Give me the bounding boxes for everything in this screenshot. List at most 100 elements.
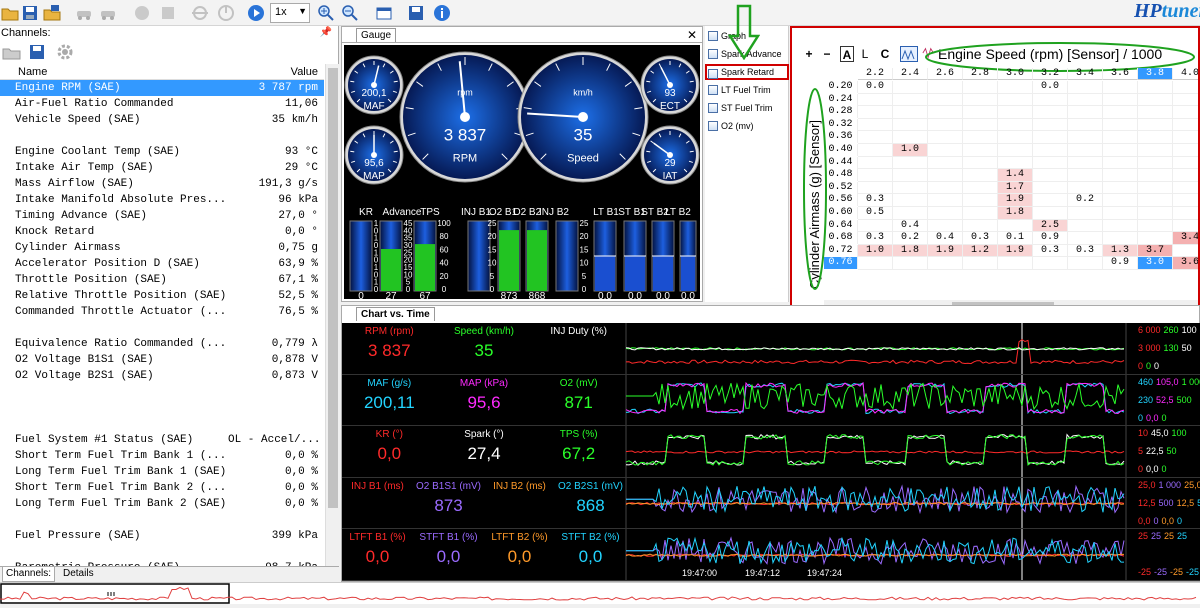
table-cell[interactable] <box>1103 156 1138 170</box>
scan-icon[interactable] <box>190 3 210 23</box>
table-cell[interactable] <box>858 118 893 132</box>
table-cell[interactable] <box>963 181 998 195</box>
column-header[interactable]: 3.8 <box>1138 68 1173 80</box>
table-cell[interactable] <box>1068 219 1103 233</box>
table-cell[interactable] <box>893 131 928 144</box>
table-cell[interactable] <box>1068 93 1103 107</box>
table-cell[interactable] <box>1173 244 1198 258</box>
table-cell[interactable] <box>928 131 963 144</box>
l-button[interactable]: L <box>858 46 872 62</box>
channel-row[interactable]: Intake Air Temp (SAE) 29 °C <box>0 160 324 176</box>
channel-row[interactable]: Air-Fuel Ratio Commanded 11,06 <box>0 96 324 112</box>
col-name-header[interactable]: Name <box>18 64 230 80</box>
column-header[interactable]: 3.2 <box>1033 68 1068 80</box>
table-cell[interactable]: 0.3 <box>858 194 893 207</box>
table-cell[interactable]: 2.5 <box>1033 219 1068 233</box>
channel-spacer-row[interactable] <box>0 512 324 528</box>
table-cell[interactable] <box>1103 81 1138 94</box>
table-cell[interactable]: 0.2 <box>893 232 928 245</box>
table-cell[interactable] <box>998 156 1033 170</box>
info-icon[interactable] <box>432 3 452 23</box>
table-cell[interactable] <box>1068 118 1103 132</box>
table-cell[interactable] <box>1033 156 1068 170</box>
channel-row[interactable]: Commanded Throttle Actuator (... 76,5 % <box>0 304 324 320</box>
table-cell[interactable] <box>998 144 1033 157</box>
open-log-icon[interactable] <box>42 3 62 23</box>
table-cell[interactable] <box>1033 181 1068 195</box>
table-cell[interactable]: 0.3 <box>858 232 893 245</box>
table-cell[interactable] <box>1103 207 1138 220</box>
table-cell[interactable]: 0.3 <box>1068 244 1103 258</box>
table-cell[interactable] <box>858 257 893 270</box>
table-cell[interactable] <box>1138 156 1173 170</box>
row-header[interactable]: 0.20 <box>824 81 858 93</box>
table-cell[interactable]: 0.3 <box>963 232 998 245</box>
row-header[interactable]: 0.44 <box>824 156 858 169</box>
table-cell[interactable] <box>928 106 963 119</box>
table-cell[interactable] <box>963 93 998 107</box>
table-cell[interactable]: 0.0 <box>858 81 893 94</box>
close-icon[interactable]: ✕ <box>687 28 697 42</box>
table-cell[interactable] <box>928 144 963 157</box>
table-cell[interactable]: 1.7 <box>998 181 1033 195</box>
save-layout-icon[interactable] <box>406 3 426 23</box>
table-cell[interactable] <box>1033 257 1068 270</box>
channel-row[interactable]: Equivalence Ratio Commanded (... 0,779 λ <box>0 336 324 352</box>
column-header[interactable]: 3.6 <box>1103 68 1138 80</box>
row-header[interactable]: 0.72 <box>824 244 858 257</box>
table-cell[interactable] <box>963 207 998 220</box>
table-cell[interactable] <box>1033 93 1068 107</box>
table-cell[interactable] <box>1068 144 1103 157</box>
row-header[interactable]: 0.40 <box>824 144 858 156</box>
channel-row[interactable]: Short Term Fuel Trim Bank 1 (... 0,0 % <box>0 448 324 464</box>
table-cell[interactable] <box>893 106 928 119</box>
save-channels-icon[interactable] <box>28 43 48 61</box>
table-cell[interactable] <box>1068 232 1103 245</box>
table-cell[interactable]: 1.9 <box>998 244 1033 258</box>
table-cell[interactable] <box>928 81 963 94</box>
table-cell[interactable] <box>893 181 928 195</box>
playback-speed-select[interactable]: 1x ▼ <box>270 3 310 23</box>
table-cell[interactable] <box>1103 106 1138 119</box>
channel-spacer-row[interactable] <box>0 544 324 560</box>
tab-channels[interactable]: Channels: <box>2 567 56 582</box>
table-cell[interactable]: 1.9 <box>998 194 1033 207</box>
table-cell[interactable] <box>928 257 963 270</box>
table-cell[interactable] <box>1103 169 1138 182</box>
table-cell[interactable] <box>1173 181 1198 195</box>
table-cell[interactable] <box>858 93 893 107</box>
table-cell[interactable]: 3.0 <box>1138 257 1173 270</box>
row-header[interactable]: 0.28 <box>824 106 858 119</box>
column-header[interactable]: 4.0 <box>1173 68 1198 80</box>
table-cell[interactable] <box>1103 194 1138 207</box>
add-row-button[interactable]: + <box>802 46 816 62</box>
table-cell[interactable] <box>1138 232 1173 245</box>
table-cell[interactable] <box>928 156 963 170</box>
table-cell[interactable] <box>1173 156 1198 170</box>
table-cell[interactable] <box>1138 144 1173 157</box>
table-cell[interactable]: 0.0 <box>1033 81 1068 94</box>
table-cell[interactable] <box>893 207 928 220</box>
menu-item-st-fuel-trim[interactable]: ST Fuel Trim <box>707 100 772 116</box>
table-cell[interactable] <box>928 207 963 220</box>
add-channel-icon[interactable] <box>2 43 22 61</box>
table-cell[interactable] <box>1138 81 1173 94</box>
table-cell[interactable] <box>963 257 998 270</box>
table-cell[interactable] <box>1033 169 1068 182</box>
table-cell[interactable] <box>858 156 893 170</box>
table-cell[interactable]: 0.5 <box>858 207 893 220</box>
settings-gear-icon[interactable] <box>56 43 76 61</box>
tab-details[interactable]: Details <box>60 567 97 582</box>
table-cell[interactable] <box>1103 131 1138 144</box>
channel-spacer-row[interactable] <box>0 128 324 144</box>
auto-button[interactable]: A <box>840 46 854 62</box>
table-cell[interactable]: 1.0 <box>858 244 893 258</box>
channel-row[interactable]: Throttle Position (SAE) 67,1 % <box>0 272 324 288</box>
table-cell[interactable] <box>928 219 963 233</box>
table-cell[interactable] <box>858 106 893 119</box>
row-header[interactable]: 0.52 <box>824 181 858 194</box>
table-cell[interactable] <box>963 156 998 170</box>
table-cell[interactable]: 0.4 <box>893 219 928 233</box>
table-cell[interactable] <box>893 156 928 170</box>
layout-icon[interactable] <box>374 3 394 23</box>
